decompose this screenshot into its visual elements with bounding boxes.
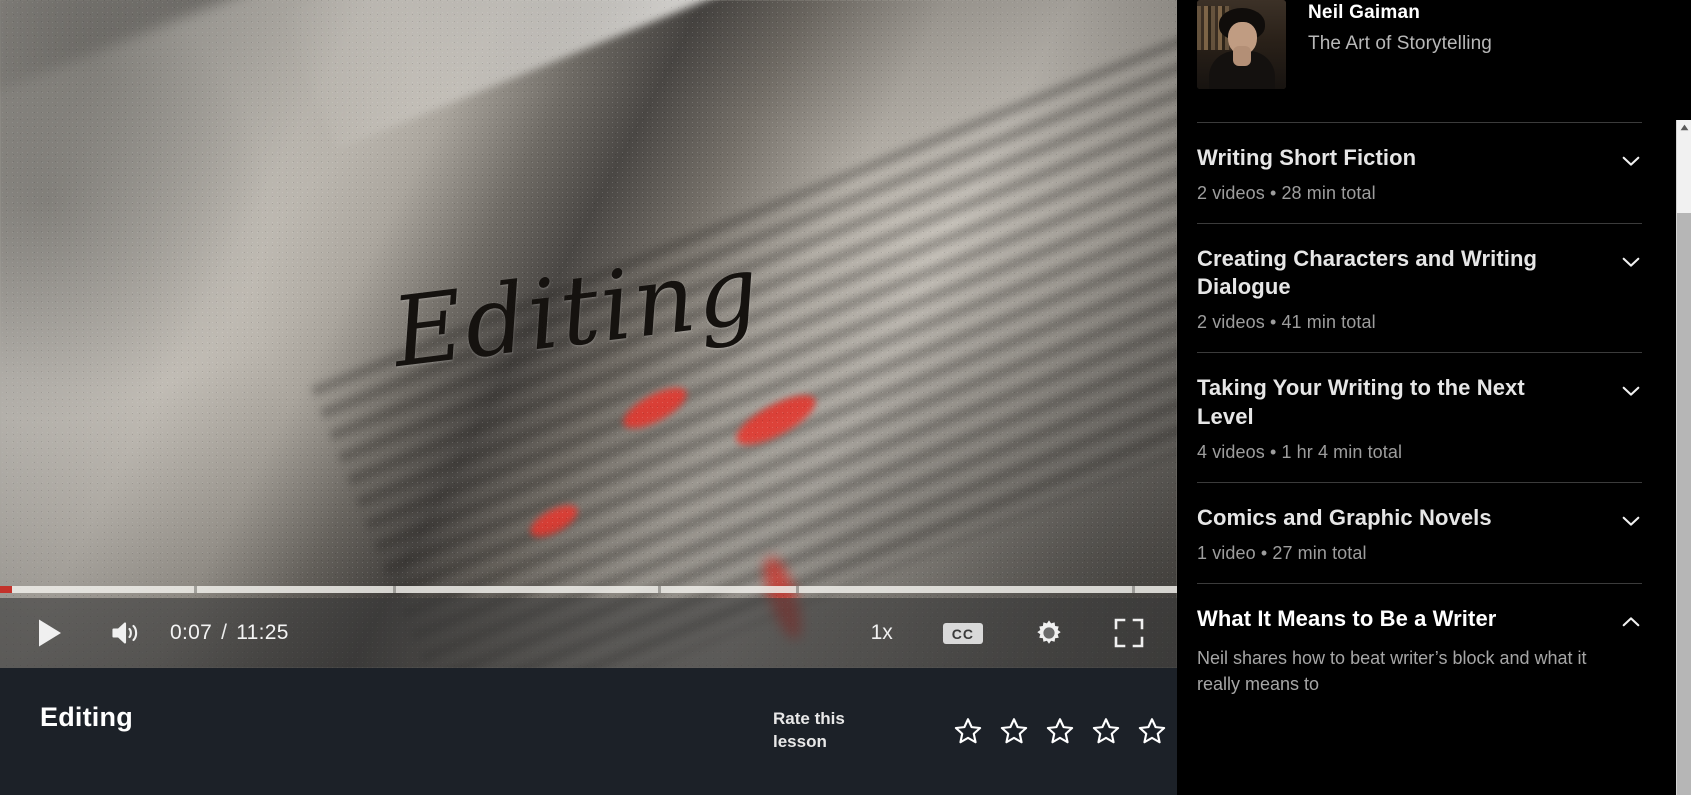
chapter-title: What It Means to Be a Writer [1197, 605, 1497, 631]
chapter-tick [393, 585, 397, 593]
instructor-name: Neil Gaiman [1308, 2, 1421, 23]
rate-label: Rate this lesson [773, 709, 845, 751]
gear-icon[interactable] [1029, 611, 1069, 655]
chapter-row[interactable]: What It Means to Be a Writer Neil shares… [1197, 582, 1642, 716]
video-lesson-page: Editing 0:07 / 11:25 1x CC Editing Rate … [0, 0, 1691, 795]
progress-track[interactable] [0, 585, 1177, 593]
video-player-column: Editing 0:07 / 11:25 1x CC Editing Rate … [0, 0, 1177, 795]
current-time: 0:07 [170, 621, 213, 644]
chevron-up-icon[interactable] [1620, 611, 1642, 633]
chapter-row[interactable]: Comics and Graphic Novels 1 video • 27 m… [1197, 481, 1642, 583]
scrollbar-thumb[interactable] [1677, 213, 1691, 795]
chapter-row[interactable]: Taking Your Writing to the Next Level 4 … [1197, 352, 1642, 481]
chevron-down-icon[interactable] [1620, 380, 1642, 402]
syllabus-content: Neil Gaiman The Art of Storytelling Writ… [1177, 0, 1676, 795]
chapter-tick [795, 585, 799, 593]
chapter-meta: 2 videos • 28 min total [1197, 183, 1376, 204]
chapter-tick [1132, 585, 1136, 593]
player-controls-bar: 0:07 / 11:25 1x CC [0, 598, 1177, 668]
star-outline-icon[interactable] [1091, 716, 1121, 746]
avatar [1197, 0, 1286, 89]
chapter-header: Creating Characters and Writing Dialogue [1197, 245, 1642, 301]
playback-speed-button[interactable]: 1x [871, 611, 893, 655]
duration: 11:25 [236, 621, 289, 644]
chevron-down-icon[interactable] [1620, 150, 1642, 172]
progress-played [0, 585, 12, 593]
syllabus-scrollbar[interactable] [1676, 120, 1691, 795]
star-rating[interactable] [953, 716, 1167, 746]
chapter-header: Taking Your Writing to the Next Level [1197, 374, 1642, 430]
star-outline-icon[interactable] [999, 716, 1029, 746]
scroll-up-arrow-icon[interactable] [1677, 120, 1691, 135]
play-icon[interactable] [28, 611, 72, 655]
chapter-description: Neil shares how to beat writer’s block a… [1197, 648, 1587, 695]
chapter-tick [194, 585, 198, 593]
chapter-tick [657, 585, 661, 593]
chapter-title: Taking Your Writing to the Next Level [1197, 375, 1525, 429]
volume-icon[interactable] [104, 611, 148, 655]
closed-captions-button[interactable]: CC [942, 622, 983, 644]
video-progress-bar[interactable] [0, 580, 1177, 598]
chevron-down-icon[interactable] [1620, 510, 1642, 532]
chapter-header: Comics and Graphic Novels [1197, 504, 1642, 532]
star-outline-icon[interactable] [1045, 716, 1075, 746]
rating-block: Rate this lesson [773, 708, 1167, 754]
chapter-row[interactable]: Writing Short Fiction 2 videos • 28 min … [1197, 122, 1642, 223]
lesson-title: Editing [40, 702, 133, 732]
chevron-down-icon[interactable] [1620, 251, 1642, 273]
time-separator: / [221, 621, 228, 644]
instructor-header[interactable]: Neil Gaiman The Art of Storytelling [1197, 0, 1642, 122]
time-display: 0:07 / 11:25 [170, 621, 289, 645]
star-outline-icon[interactable] [1137, 716, 1167, 746]
chapter-meta: 2 videos • 41 min total [1197, 312, 1376, 333]
fullscreen-icon[interactable] [1109, 611, 1149, 655]
chapter-title: Writing Short Fiction [1197, 145, 1417, 170]
chapter-meta: 1 video • 27 min total [1197, 542, 1367, 563]
syllabus-panel: Neil Gaiman The Art of Storytelling Writ… [1177, 0, 1691, 795]
course-title: The Art of Storytelling [1308, 33, 1492, 54]
lesson-info-bar: Editing Rate this lesson [0, 668, 1177, 795]
chapter-row[interactable]: Creating Characters and Writing Dialogue… [1197, 223, 1642, 352]
chapter-meta: 4 videos • 1 hr 4 min total [1197, 441, 1403, 462]
chapter-header: Writing Short Fiction [1197, 144, 1642, 172]
chapter-title: Creating Characters and Writing Dialogue [1197, 246, 1538, 300]
chapter-title: Comics and Graphic Novels [1197, 504, 1492, 530]
chapter-header: What It Means to Be a Writer [1197, 605, 1642, 633]
star-outline-icon[interactable] [953, 716, 983, 746]
video-stage[interactable]: Editing 0:07 / 11:25 1x CC [0, 0, 1177, 668]
instructor-text: Neil Gaiman The Art of Storytelling [1308, 0, 1492, 55]
